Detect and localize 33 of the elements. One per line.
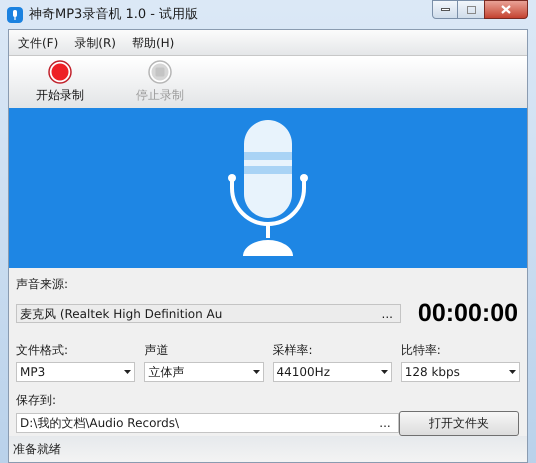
caret-icon [124,370,132,374]
dropdown[interactable]: 立体声 [144,362,264,382]
open-folder-button[interactable]: 打开文件夹 [398,410,519,436]
browse-button[interactable]: ... [375,414,395,432]
caret-icon [252,370,260,374]
save-path-field[interactable]: D:\我的文档\Audio Records\ ... [16,413,399,433]
toolbar-button[interactable]: 开始录制 [15,58,105,106]
setting-label: 声道 [144,342,170,358]
setting-label: 文件格式: [16,342,70,358]
browse-button[interactable]: ... [378,304,397,323]
save-label: 保存到: [16,392,58,408]
menu-item[interactable]: 帮助(H) [126,32,180,54]
caret-icon [509,370,516,374]
setting-label: 采样率: [272,342,314,358]
close-button[interactable] [484,0,528,19]
caret-icon [380,370,388,374]
status-text: 准备就绪 [13,440,61,458]
app-icon [7,6,23,22]
timer: 00:00:00 [418,298,518,329]
stop-icon [148,60,172,84]
dropdown[interactable]: MP3 [16,362,136,382]
setting-label: 比特率: [400,342,442,358]
menu-item[interactable]: 录制(R) [68,32,122,54]
close-icon [501,5,511,14]
dropdown[interactable]: 44100Hz [272,362,392,382]
source-field[interactable]: 麦克风 (Realtek High Definition Au ... [16,304,401,324]
dropdown[interactable]: 128 kbps [400,362,520,382]
minimize-button[interactable] [432,0,458,19]
maximize-button[interactable] [458,0,484,19]
window-title: 神奇MP3录音机 1.0 - 试用版 [29,6,198,24]
source-label: 声音来源: [16,276,70,293]
record-icon [48,60,72,84]
menu-item[interactable]: 文件(F) [12,32,64,54]
